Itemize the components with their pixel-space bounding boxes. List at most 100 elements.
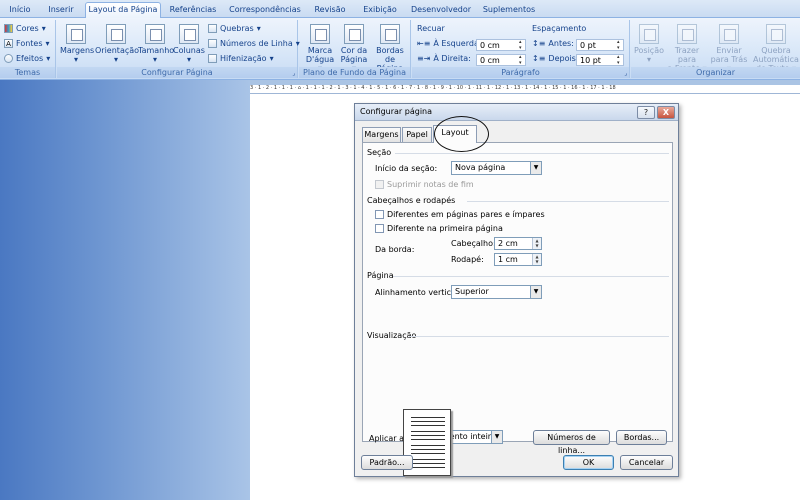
tab-desenvolvedor[interactable]: Desenvolvedor <box>410 3 472 18</box>
recuar-label: Recuar <box>417 24 445 33</box>
dropdown-arrow-icon: ▾ <box>73 55 78 64</box>
cabecalhos-heading: Cabeçalhos e rodapés <box>367 196 456 205</box>
hifenizacao-button[interactable]: Hifenização ▾ <box>208 54 274 63</box>
preview-line <box>411 435 445 436</box>
pares-impares-checkbox[interactable] <box>375 210 384 219</box>
effects-icon <box>4 54 13 63</box>
tab-correspondencias[interactable]: Correspondências <box>228 3 302 18</box>
dropdown-arrow-icon: ▾ <box>41 24 46 33</box>
spacing-before-row: ↕≡ Antes: <box>532 39 574 48</box>
tab-suplementos[interactable]: Suplementos <box>482 3 536 18</box>
line-numbers-icon <box>208 39 217 48</box>
bordas-label: Bordas <box>376 46 404 55</box>
enviar-label: Enviar <box>716 46 742 55</box>
numeros-de-linha-button[interactable]: Números de Linha ▾ <box>208 39 300 48</box>
cores-button[interactable]: Cores ▾ <box>4 24 46 33</box>
tab-margens[interactable]: Margens <box>362 127 401 142</box>
da-borda-label: Da borda: <box>375 245 415 254</box>
chevron-down-icon: ▼ <box>530 162 541 174</box>
marca-label: Marca <box>307 46 333 55</box>
indent-left-row: ⇤≡ À Esquerda: <box>417 39 482 48</box>
breaks-icon <box>208 24 217 33</box>
tab-referencias[interactable]: Referências <box>168 3 218 18</box>
suprimir-notas-checkbox[interactable] <box>375 180 384 189</box>
primeira-pagina-checkbox[interactable] <box>375 224 384 233</box>
dropdown-arrow-icon: ▾ <box>186 55 191 64</box>
indent-left-input[interactable]: 0 cm <box>476 39 526 51</box>
preview-line <box>411 449 445 450</box>
margens-button[interactable]: Margens ▾ <box>60 24 94 64</box>
fontes-button[interactable]: A Fontes ▾ <box>4 39 50 48</box>
pagina-label: Página <box>340 55 368 64</box>
quebras-button[interactable]: Quebras ▾ <box>208 24 261 33</box>
padrao-button[interactable]: Padrão... <box>361 455 413 470</box>
indent-right-row: ≡⇥ À Direita: <box>417 54 471 63</box>
inicio-da-secao-value: Nova página <box>455 163 506 172</box>
cor-da-pagina-button[interactable]: Cor daPágina ▾ <box>338 24 370 73</box>
suprimir-notas-label: Suprimir notas de fim <box>387 180 474 189</box>
quebra-automatica-button[interactable]: Quebra Automáticade Texto ▾ <box>749 24 800 73</box>
tab-layout-da-pagina[interactable]: Layout da Página <box>85 2 161 19</box>
preview-line <box>411 421 445 422</box>
margins-icon <box>66 24 86 44</box>
workspace-background <box>0 80 250 500</box>
spinner-icon[interactable]: ▲ ▼ <box>532 238 541 249</box>
tab-inserir[interactable]: Inserir <box>44 3 78 18</box>
dialog-launcher-icon[interactable]: ⌟ <box>292 70 295 77</box>
separator <box>409 336 669 337</box>
efeitos-button[interactable]: Efeitos ▾ <box>4 54 50 63</box>
alinhamento-vertical-select[interactable]: Superior ▼ <box>451 285 542 299</box>
inicio-da-secao-select[interactable]: Nova página ▼ <box>451 161 542 175</box>
bordas-de-pagina-button[interactable]: Bordasde Página <box>371 24 409 73</box>
text-wrap-icon <box>766 24 786 44</box>
orientacao-button[interactable]: Orientação ▾ <box>95 24 139 64</box>
horizontal-ruler[interactable]: 3 · 1 · 2 · 1 · 1 · 1 · ⌂ · 1 · 1 · 1 · … <box>250 85 800 94</box>
numeros-de-linha-button[interactable]: Números de linha... <box>533 430 610 455</box>
enviar-para-tras-button[interactable]: Enviarpara Trás ▾ <box>709 24 749 73</box>
colunas-button[interactable]: Colunas ▾ <box>173 24 205 64</box>
tamanho-button[interactable]: Tamanho ▾ <box>138 24 174 64</box>
watermark-icon <box>310 24 330 44</box>
trazer-para-frente-button[interactable]: Trazer paraa Frente ▾ <box>667 24 707 73</box>
aplicar-a-label: Aplicar a: <box>369 434 407 443</box>
pagina-heading: Página <box>367 271 394 280</box>
close-button[interactable]: X <box>657 106 675 119</box>
spacing-before-input[interactable]: 0 pt <box>576 39 624 51</box>
page-setup-dialog: Configurar página ? X Margens Papel Layo… <box>354 103 679 477</box>
posicao-button[interactable]: Posição ▾ <box>633 24 665 64</box>
ok-button[interactable]: OK <box>563 455 614 470</box>
tab-exibicao[interactable]: Exibição <box>360 3 400 18</box>
dropdown-arrow-icon: ▾ <box>113 55 118 64</box>
tab-papel[interactable]: Papel <box>402 127 432 142</box>
rodape-label: Rodapé: <box>451 255 484 264</box>
preview-line <box>411 431 445 432</box>
send-backward-icon <box>719 24 739 44</box>
help-button[interactable]: ? <box>637 106 655 119</box>
tab-inicio[interactable]: Início <box>4 3 36 18</box>
spacing-before-icon: ↕≡ <box>532 39 546 48</box>
fontes-label: Fontes <box>16 39 43 48</box>
font-icon: A <box>4 39 13 48</box>
indent-right-input[interactable]: 0 cm <box>476 54 526 66</box>
marca-dagua-button[interactable]: MarcaD'água ▾ <box>303 24 337 73</box>
quebras-label: Quebras <box>220 24 254 33</box>
preview-line <box>411 439 445 440</box>
group-label-paragrafo: Parágrafo <box>412 67 629 78</box>
bordas-button[interactable]: Bordas... <box>616 430 667 445</box>
size-icon <box>145 24 165 44</box>
posicao-label: Posição <box>633 46 665 55</box>
spinner-icon[interactable]: ▲ ▼ <box>532 254 541 265</box>
alinhamento-vertical-value: Superior <box>455 287 489 296</box>
group-label-organizar: Organizar <box>631 67 800 78</box>
spacing-after-input[interactable]: 10 pt <box>576 54 624 66</box>
dialog-launcher-icon[interactable]: ⌟ <box>624 70 627 77</box>
cabecalho-input[interactable]: 2 cm ▲ ▼ <box>494 237 542 250</box>
preview-line <box>411 417 445 418</box>
cancelar-button[interactable]: Cancelar <box>620 455 673 470</box>
rodape-input[interactable]: 1 cm ▲ ▼ <box>494 253 542 266</box>
dropdown-arrow-icon: ▾ <box>152 55 157 64</box>
tab-revisao[interactable]: Revisão <box>312 3 348 18</box>
tab-layout[interactable]: Layout <box>433 125 477 143</box>
dialog-titlebar[interactable]: Configurar página ? X <box>355 104 678 121</box>
antes-label: Antes: <box>548 39 574 48</box>
